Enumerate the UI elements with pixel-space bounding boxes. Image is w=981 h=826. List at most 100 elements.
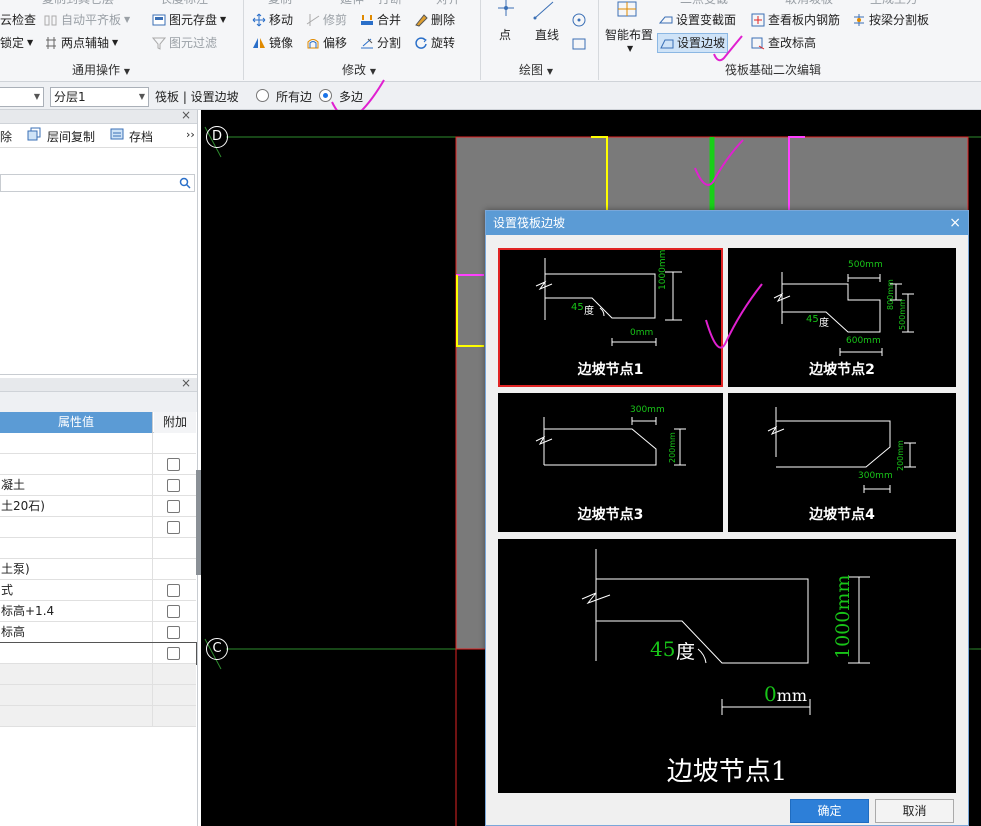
cancel-slope-button[interactable]: 取消坡板 [785, 0, 833, 9]
component-search-input[interactable] [0, 174, 195, 192]
element-save-button[interactable]: 图元存盘 ▼ [152, 10, 226, 30]
property-value[interactable]: 标高 [0, 622, 153, 643]
delete-component-button[interactable]: 除 [0, 128, 12, 145]
property-extra-checkbox[interactable] [167, 626, 180, 639]
element-filter-button[interactable]: 图元过滤 [151, 33, 217, 53]
split-button[interactable]: 分割 [360, 33, 401, 53]
close-icon[interactable]: × [949, 211, 961, 235]
search-icon [179, 177, 191, 189]
rectangle-draw-icon[interactable] [571, 36, 587, 52]
property-row[interactable]: 凝土 [0, 475, 196, 496]
property-panel-toolbar [0, 392, 197, 412]
smart-layout-dropdown[interactable]: ▼ [627, 44, 633, 53]
slope-node-1-option[interactable]: 45 度 1000mm 0mm 边坡节点1 [498, 248, 723, 387]
modify-group-label[interactable]: 修改 ▼ [342, 61, 376, 78]
property-extra-checkbox[interactable] [167, 605, 180, 618]
property-value[interactable]: 凝土 [0, 475, 153, 496]
axis-bubble-d[interactable]: D [206, 126, 228, 148]
property-value[interactable]: 土泵) [0, 559, 153, 580]
close-icon[interactable]: × [181, 376, 191, 390]
property-row[interactable] [0, 664, 196, 685]
mirror-button[interactable]: 镜像 [252, 33, 293, 53]
property-extra-checkbox[interactable] [167, 521, 180, 534]
node-4-width: 300mm [858, 471, 893, 481]
point-draw-button[interactable]: 点 [499, 26, 511, 43]
layer-combo[interactable]: 分层1 ▼ [50, 87, 149, 107]
view-slab-rebar-button[interactable]: 查看板内钢筋 [751, 10, 840, 30]
rotate-label: 旋转 [431, 36, 456, 50]
align-button[interactable]: 对齐 [436, 0, 460, 9]
property-row[interactable] [0, 433, 196, 454]
delete-button[interactable]: 删除 [414, 10, 455, 30]
set-variable-section-button[interactable]: 设置变截面 [658, 10, 736, 30]
property-extra-checkbox[interactable] [167, 647, 180, 660]
smart-layout-button[interactable]: 智能布置 [605, 26, 653, 43]
property-extra-cell [154, 685, 196, 706]
copy-button[interactable]: 复制 [268, 0, 292, 9]
property-row[interactable]: 标高 [0, 622, 196, 643]
check-elevation-label: 查改标高 [768, 36, 817, 50]
move-button[interactable]: 移动 [252, 10, 293, 30]
property-row[interactable]: 土泵) [0, 559, 196, 580]
cloud-check-button[interactable]: 云检查 [0, 10, 36, 30]
property-extra-checkbox[interactable] [167, 479, 180, 492]
general-ops-group-label[interactable]: 通用操作 ▼ [72, 61, 130, 78]
auto-align-slab-button[interactable]: 自动平齐板 ▼ [44, 10, 130, 30]
trim-button[interactable]: 修剪 [306, 10, 347, 30]
ribbon-top-label: 延伸 [340, 0, 364, 9]
property-row[interactable] [0, 642, 197, 665]
property-value[interactable]: 标高+1.4 [0, 601, 153, 622]
property-toolbar: ▼ 分层1 ▼ 筏板 | 设置边坡 所有边 多边 [0, 82, 981, 110]
more-tools-button[interactable]: ›› [186, 128, 195, 141]
copy-to-other-floor-button[interactable]: 复制到其它层 [42, 0, 114, 9]
property-value[interactable] [0, 685, 153, 706]
split-by-beam-button[interactable]: 按梁分割板 [852, 10, 929, 30]
rotate-button[interactable]: 旋转 [414, 33, 455, 53]
property-value[interactable] [0, 643, 153, 664]
property-row[interactable] [0, 538, 196, 559]
lock-button[interactable]: 锁定 ▼ [0, 33, 33, 53]
property-row[interactable]: 土20石) [0, 496, 196, 517]
property-value[interactable] [0, 664, 153, 685]
property-row[interactable] [0, 517, 196, 538]
property-row[interactable]: 式 [0, 580, 196, 601]
cancel-button[interactable]: 取消 [875, 799, 954, 823]
axis-bubble-c[interactable]: C [206, 638, 228, 660]
property-value[interactable] [0, 517, 153, 538]
set-slope-icon [660, 36, 674, 50]
property-row[interactable] [0, 706, 196, 727]
extend-button[interactable]: 延伸 [340, 0, 364, 9]
length-dimension-button[interactable]: 长度标注 [160, 0, 208, 9]
two-point-section-button[interactable]: 二点变截 [680, 0, 728, 9]
two-point-axis-button[interactable]: 两点辅轴 ▼ [44, 33, 118, 53]
archive-button[interactable]: 存档 [129, 128, 153, 145]
property-value[interactable]: 土20石) [0, 496, 153, 517]
property-value[interactable] [0, 454, 153, 475]
check-elevation-button[interactable]: 查改标高 [751, 33, 816, 53]
property-extra-checkbox[interactable] [167, 584, 180, 597]
draw-group-label[interactable]: 绘图 ▼ [519, 61, 553, 78]
offset-button[interactable]: 偏移 [306, 33, 347, 53]
generate-earthwork-button[interactable]: 生成土方 [870, 0, 918, 9]
slope-node-3-option[interactable]: 300mm 200mm 边坡节点3 [498, 393, 723, 532]
property-row[interactable]: 标高+1.4 [0, 601, 196, 622]
property-value[interactable] [0, 433, 153, 454]
close-icon[interactable]: × [181, 108, 191, 122]
dialog-title-bar[interactable]: 设置筏板边坡 [486, 211, 968, 235]
radio-all-edges[interactable] [256, 89, 269, 102]
property-value[interactable] [0, 538, 153, 559]
break-button[interactable]: 打断 [378, 0, 402, 9]
property-value[interactable]: 式 [0, 580, 153, 601]
property-extra-checkbox[interactable] [167, 500, 180, 513]
property-extra-checkbox[interactable] [167, 458, 180, 471]
property-row[interactable] [0, 685, 196, 706]
slope-node-4-option[interactable]: 200mm 300mm 边坡节点4 [728, 393, 956, 532]
property-value[interactable] [0, 706, 153, 727]
line-draw-button[interactable]: 直线 [535, 26, 559, 43]
element-type-combo[interactable]: ▼ [0, 87, 44, 107]
merge-button[interactable]: 合并 [360, 10, 401, 30]
floor-copy-button[interactable]: 层间复制 [47, 128, 95, 145]
ok-button[interactable]: 确定 [790, 799, 869, 823]
property-row[interactable] [0, 454, 196, 475]
circle-draw-icon[interactable] [571, 12, 587, 28]
